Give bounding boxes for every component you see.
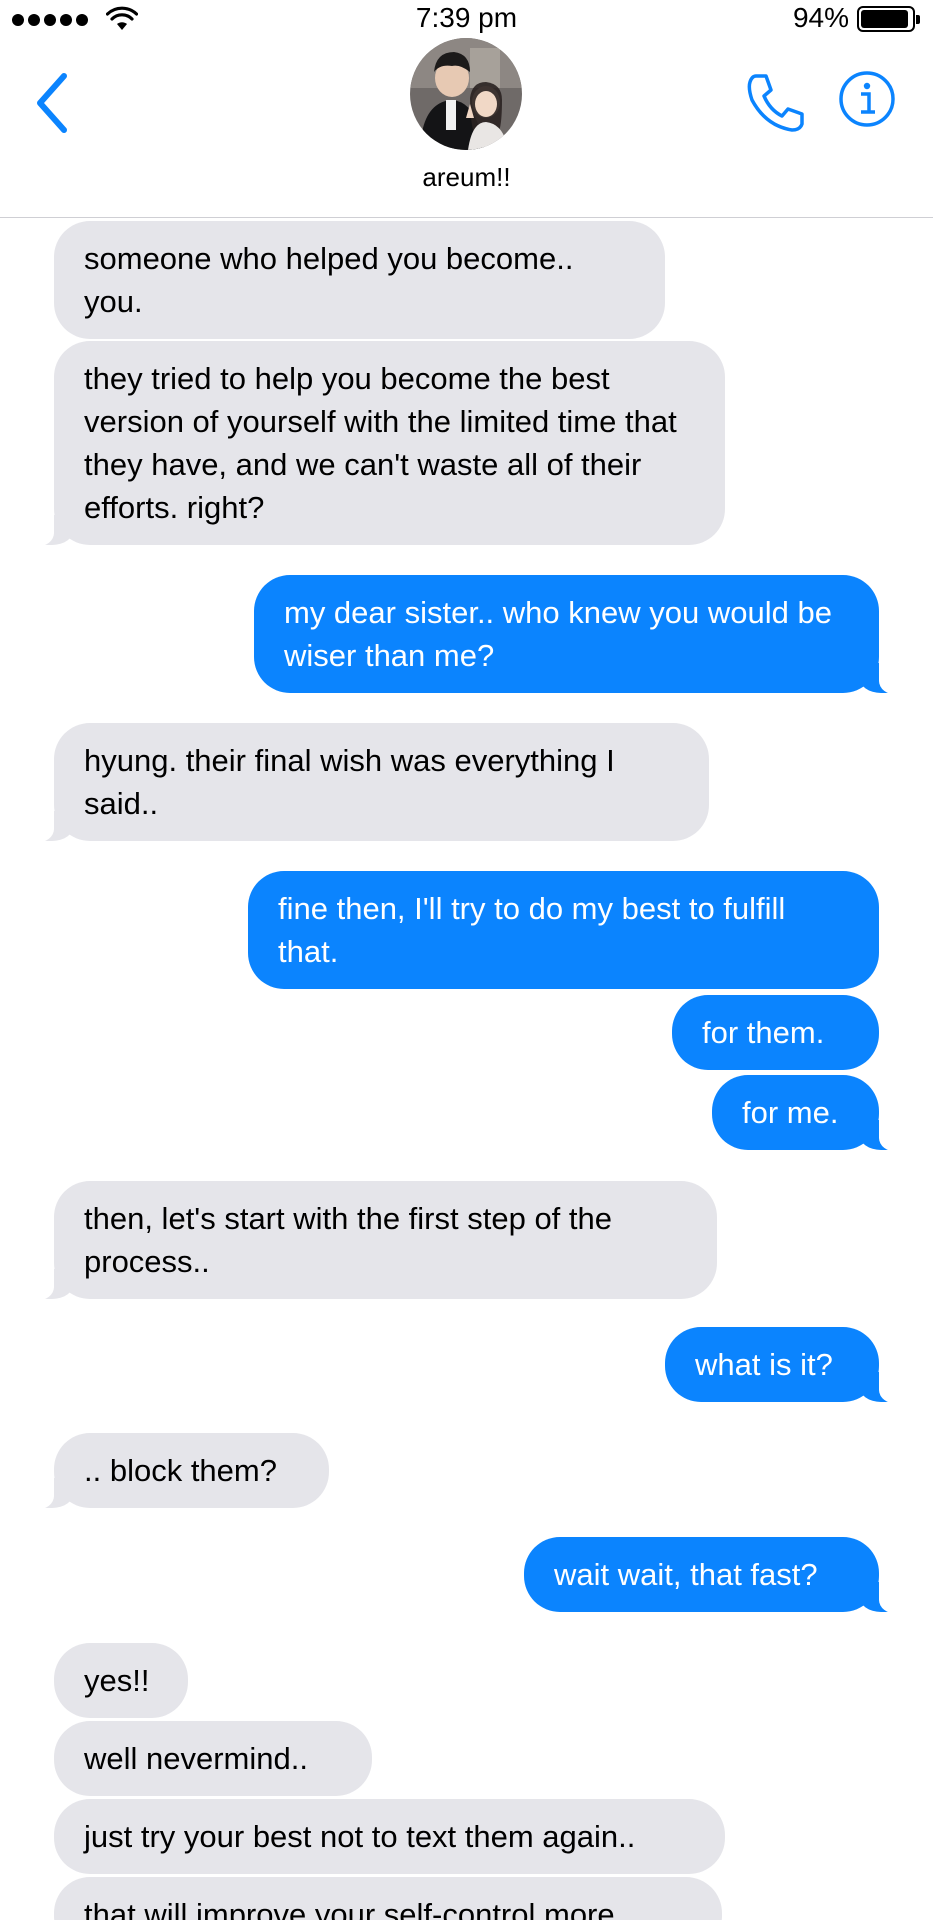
message-text: what is it? <box>695 1347 833 1382</box>
conversation-header: areum!! <box>0 38 933 218</box>
message-text: well nevermind.. <box>84 1741 308 1776</box>
message-text: wait wait, that fast? <box>554 1557 818 1592</box>
status-bar: 7:39 pm 94% <box>0 0 933 38</box>
message-text: hyung. their final wish was everything I… <box>84 743 615 821</box>
message-outgoing[interactable]: for me. <box>712 1075 901 1152</box>
phone-icon[interactable] <box>740 68 810 138</box>
message-outgoing[interactable]: wait wait, that fast? <box>524 1537 901 1614</box>
message-incoming[interactable]: hyung. their final wish was everything I… <box>32 723 709 843</box>
message-text: .. block them? <box>84 1453 277 1488</box>
message-text: my dear sister.. who knew you would be w… <box>284 595 832 673</box>
message-incoming[interactable]: then, let's start with the first step of… <box>32 1181 717 1301</box>
chevron-left-icon[interactable] <box>28 68 78 138</box>
message-incoming[interactable]: well nevermind.. <box>54 1721 372 1796</box>
message-incoming[interactable]: they tried to help you become the best v… <box>32 341 725 547</box>
messages-screen: 7:39 pm 94% areum!! someone who helped y… <box>0 0 933 1920</box>
battery-icon <box>857 6 920 32</box>
message-text: that will improve your self-control more <box>84 1897 615 1920</box>
avatar-photo <box>410 38 522 150</box>
message-text: just try your best not to text them agai… <box>84 1819 636 1854</box>
message-outgoing[interactable]: what is it? <box>665 1327 901 1404</box>
message-thread[interactable]: someone who helped you become.. you. the… <box>0 219 933 1920</box>
message-outgoing[interactable]: my dear sister.. who knew you would be w… <box>254 575 901 695</box>
message-incoming[interactable]: just try your best not to text them agai… <box>54 1799 725 1874</box>
message-text: someone who helped you become.. you. <box>84 241 574 319</box>
message-incoming[interactable]: .. block them? <box>32 1433 329 1510</box>
contact-avatar[interactable] <box>410 38 522 150</box>
info-icon[interactable] <box>838 70 896 128</box>
message-incoming[interactable]: that will improve your self-control more <box>54 1877 722 1920</box>
message-text: yes!! <box>84 1663 150 1698</box>
battery-level-fill <box>861 10 908 28</box>
message-incoming[interactable]: someone who helped you become.. you. <box>54 221 665 339</box>
battery-percentage: 94% <box>792 2 849 33</box>
contact-name[interactable]: areum!! <box>0 162 933 193</box>
message-text: for me. <box>742 1095 839 1130</box>
message-incoming[interactable]: yes!! <box>54 1643 188 1718</box>
message-text: fine then, I'll try to do my best to ful… <box>278 891 786 969</box>
message-text: for them. <box>702 1015 825 1050</box>
message-outgoing[interactable]: for them. <box>672 995 879 1070</box>
message-outgoing[interactable]: fine then, I'll try to do my best to ful… <box>248 871 879 989</box>
message-text: they tried to help you become the best v… <box>84 361 677 525</box>
message-text: then, let's start with the first step of… <box>84 1201 612 1279</box>
